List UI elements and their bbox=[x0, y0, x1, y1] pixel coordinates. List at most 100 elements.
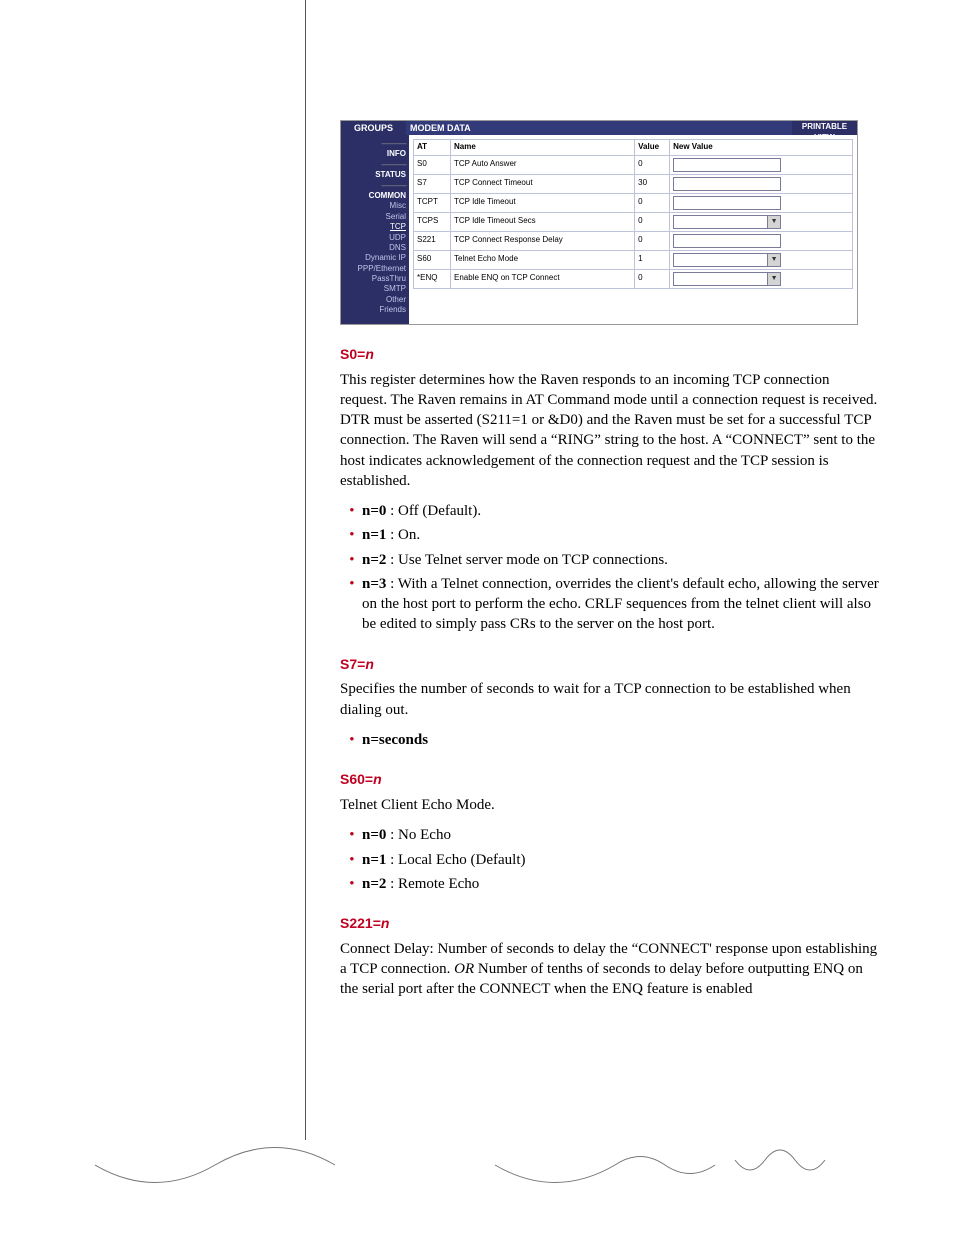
list-item: n=3 : With a Telnet connection, override… bbox=[362, 574, 880, 635]
th-newv: New Value bbox=[670, 140, 853, 156]
main-content: GROUPS MODEM DATA PRINTABLE VIEW -------… bbox=[340, 120, 880, 1010]
table-row: TCPSTCP Idle Timeout Secs0▼ bbox=[414, 212, 853, 231]
sidebar-info[interactable]: INFO bbox=[341, 149, 406, 159]
table-row: S60Telnet Echo Mode1▼ bbox=[414, 250, 853, 269]
heading-s7-text: S7= bbox=[340, 656, 365, 672]
heading-s0-text: S0= bbox=[340, 346, 365, 362]
sidebar-item[interactable]: Serial bbox=[341, 212, 406, 222]
cell-name: TCP Connect Timeout bbox=[451, 174, 635, 193]
heading-s221-n: n bbox=[381, 915, 390, 931]
sidebar-item[interactable]: UDP bbox=[341, 233, 406, 243]
cell-name: TCP Idle Timeout bbox=[451, 193, 635, 212]
list-item: n=2 : Use Telnet server mode on TCP conn… bbox=[362, 550, 880, 570]
cell-name: TCP Idle Timeout Secs bbox=[451, 212, 635, 231]
heading-s60-n: n bbox=[373, 771, 382, 787]
cell-at: TCPS bbox=[414, 212, 451, 231]
left-column-rule bbox=[105, 0, 306, 1140]
sidebar-item-tcp[interactable]: TCP bbox=[341, 222, 406, 232]
cell-newvalue: ▼ bbox=[670, 212, 853, 231]
cell-value: 0 bbox=[635, 193, 670, 212]
table-row: S0TCP Auto Answer0 bbox=[414, 155, 853, 174]
heading-s60: S60=n bbox=[340, 770, 880, 789]
heading-s7: S7=n bbox=[340, 655, 880, 674]
th-value: Value bbox=[635, 140, 670, 156]
dropdown-icon[interactable]: ▼ bbox=[673, 215, 781, 229]
sidebar-item[interactable]: Dynamic IP bbox=[341, 253, 406, 263]
cell-value: 0 bbox=[635, 269, 670, 288]
cell-newvalue bbox=[670, 174, 853, 193]
cell-name: Enable ENQ on TCP Connect bbox=[451, 269, 635, 288]
cell-value: 30 bbox=[635, 174, 670, 193]
cell-newvalue bbox=[670, 193, 853, 212]
sidebar-item[interactable]: Friends bbox=[341, 305, 406, 315]
cell-at: S221 bbox=[414, 231, 451, 250]
para-s221-or: OR bbox=[454, 961, 474, 977]
config-sidebar: --------------- INFO --------------- STA… bbox=[341, 135, 409, 324]
heading-s60-text: S60= bbox=[340, 771, 373, 787]
cell-at: S60 bbox=[414, 250, 451, 269]
cell-value: 0 bbox=[635, 231, 670, 250]
cell-name: TCP Connect Response Delay bbox=[451, 231, 635, 250]
cell-at: *ENQ bbox=[414, 269, 451, 288]
para-s221: Connect Delay: Number of seconds to dela… bbox=[340, 939, 880, 1000]
cell-newvalue bbox=[670, 155, 853, 174]
para-s0: This register determines how the Raven r… bbox=[340, 370, 880, 492]
list-item: n=0 : Off (Default). bbox=[362, 501, 880, 521]
cell-name: TCP Auto Answer bbox=[451, 155, 635, 174]
cell-newvalue: ▼ bbox=[670, 250, 853, 269]
cell-value: 0 bbox=[635, 155, 670, 174]
sidebar-item[interactable]: SMTP bbox=[341, 284, 406, 294]
heading-s0-n: n bbox=[365, 346, 374, 362]
cell-newvalue: ▼ bbox=[670, 269, 853, 288]
text-input[interactable] bbox=[673, 234, 781, 248]
sidebar-item[interactable]: PPP/Ethernet bbox=[341, 264, 406, 274]
th-name: Name bbox=[451, 140, 635, 156]
list-item: n=seconds bbox=[362, 730, 880, 750]
cell-at: S7 bbox=[414, 174, 451, 193]
dropdown-icon[interactable]: ▼ bbox=[673, 272, 781, 286]
list-s7: n=seconds bbox=[340, 730, 880, 750]
sidebar-sep: --------------- bbox=[341, 181, 406, 191]
cell-name: Telnet Echo Mode bbox=[451, 250, 635, 269]
sidebar-common[interactable]: COMMON bbox=[341, 191, 406, 201]
cell-newvalue bbox=[670, 231, 853, 250]
list-s60: n=0 : No Echo n=1 : Local Echo (Default) n… bbox=[340, 825, 880, 894]
table-row: *ENQEnable ENQ on TCP Connect0▼ bbox=[414, 269, 853, 288]
cell-at: S0 bbox=[414, 155, 451, 174]
groups-tab: GROUPS bbox=[341, 121, 406, 135]
table-row: S221TCP Connect Response Delay0 bbox=[414, 231, 853, 250]
text-input[interactable] bbox=[673, 196, 781, 210]
cell-at: TCPT bbox=[414, 193, 451, 212]
cell-value: 0 bbox=[635, 212, 670, 231]
para-s7: Specifies the number of seconds to wait … bbox=[340, 679, 880, 720]
heading-s7-n: n bbox=[365, 656, 374, 672]
sidebar-status[interactable]: STATUS bbox=[341, 170, 406, 180]
para-s60: Telnet Client Echo Mode. bbox=[340, 795, 880, 815]
th-at: AT bbox=[414, 140, 451, 156]
cell-value: 1 bbox=[635, 250, 670, 269]
list-item: n=1 : On. bbox=[362, 525, 880, 545]
sidebar-item[interactable]: Misc bbox=[341, 201, 406, 211]
sidebar-item[interactable]: Other bbox=[341, 295, 406, 305]
sidebar-item[interactable]: PassThru bbox=[341, 274, 406, 284]
dropdown-icon[interactable]: ▼ bbox=[673, 253, 781, 267]
modem-data-tab: MODEM DATA bbox=[406, 121, 792, 135]
sidebar-sep: --------------- bbox=[341, 160, 406, 170]
text-input[interactable] bbox=[673, 177, 781, 191]
list-item: n=2 : Remote Echo bbox=[362, 874, 880, 894]
list-s0: n=0 : Off (Default). n=1 : On. n=2 : Use T… bbox=[340, 501, 880, 635]
list-item: n=0 : No Echo bbox=[362, 825, 880, 845]
printable-view-link[interactable]: PRINTABLE VIEW bbox=[792, 121, 857, 135]
sidebar-sep: --------------- bbox=[341, 139, 406, 149]
list-item: n=1 : Local Echo (Default) bbox=[362, 850, 880, 870]
config-screenshot: GROUPS MODEM DATA PRINTABLE VIEW -------… bbox=[340, 120, 858, 325]
config-table: AT Name Value New Value S0TCP Auto Answe… bbox=[413, 139, 853, 289]
heading-s0: S0=n bbox=[340, 345, 880, 364]
sidebar-item[interactable]: DNS bbox=[341, 243, 406, 253]
heading-s221: S221=n bbox=[340, 914, 880, 933]
shot-topbar: GROUPS MODEM DATA PRINTABLE VIEW bbox=[341, 121, 857, 135]
table-row: TCPTTCP Idle Timeout0 bbox=[414, 193, 853, 212]
text-input[interactable] bbox=[673, 158, 781, 172]
heading-s221-text: S221= bbox=[340, 915, 381, 931]
table-row: S7TCP Connect Timeout30 bbox=[414, 174, 853, 193]
